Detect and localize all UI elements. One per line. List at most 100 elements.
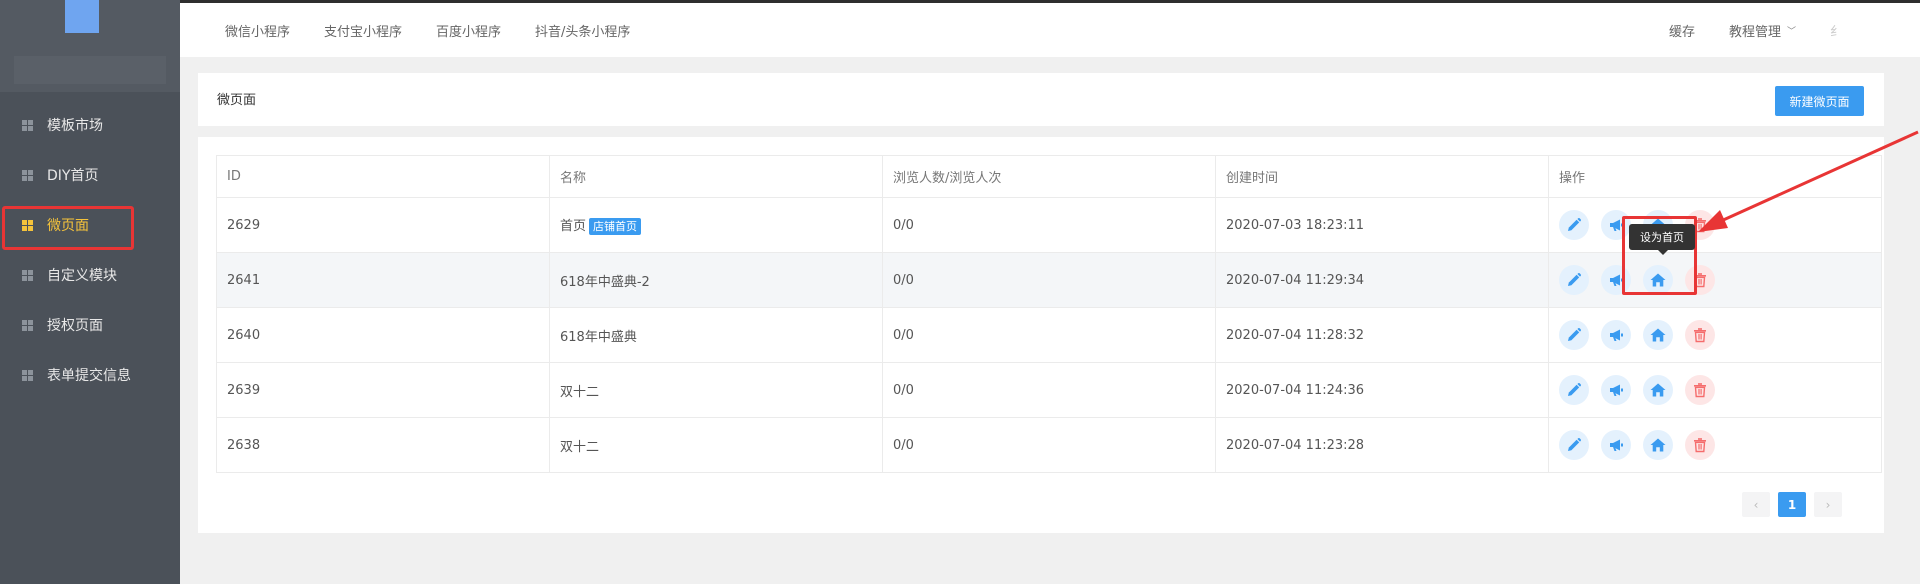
sidebar-item-label: 微页面 [47,218,89,234]
sidebar-item-micro-page[interactable]: 微页面 [0,200,180,250]
row-created-time: 2020-07-04 11:23:28 [1226,437,1365,453]
set-home-button[interactable] [1643,320,1673,350]
delete-button[interactable] [1685,265,1715,295]
row-actions [1559,265,1871,295]
row-views: 0/0 [893,217,914,233]
cache-link[interactable]: 缓存 [1669,21,1695,40]
prev-page-button[interactable]: ‹ [1742,492,1770,517]
column-header-actions: 操作 [1548,155,1882,198]
tab-douyin-miniprogram[interactable]: 抖音/头条小程序 [535,21,630,40]
trash-icon [1694,273,1706,288]
promote-button[interactable] [1601,320,1631,350]
home-icon [1650,383,1666,397]
sidebar-item-label: 模板市场 [47,118,103,134]
row-created-time: 2020-07-03 18:23:11 [1226,217,1365,233]
edit-button[interactable] [1559,265,1589,295]
sidebar-item-auth-page[interactable]: 授权页面 [0,300,180,350]
store-home-tag: 店铺首页 [589,218,642,235]
cell-created: 2020-07-04 11:24:36 [1215,362,1549,418]
grid-icon [22,319,33,331]
page-number-current[interactable]: 1 [1778,492,1806,517]
cell-id: 2638 [216,417,550,473]
cell-created: 2020-07-03 18:23:11 [1215,197,1549,253]
sidebar-item-template-market[interactable]: 模板市场 [0,100,180,150]
row-name: 双十二 [560,439,600,455]
sidebar-item-form-submissions[interactable]: 表单提交信息 [0,350,180,400]
cell-created: 2020-07-04 11:28:32 [1215,307,1549,363]
table-row: 2638 双十二 0/0 2020-07-04 11:23:28 [216,417,1882,473]
micro-page-table: ID 名称 浏览人数/浏览人次 创建时间 操作 2629 首页 店铺首页 0/0 … [216,155,1882,473]
tutorial-dropdown[interactable]: 教程管理 ﹀ [1729,21,1796,40]
cell-name: 618年中盛典 [549,307,883,363]
edit-button[interactable] [1559,375,1589,405]
tab-alipay-miniprogram[interactable]: 支付宝小程序 [324,21,402,40]
cell-views: 0/0 [882,307,1216,363]
sidebar-menu: 模板市场 DIY首页 微页面 自定义模块 授权页面 表单提交信息 [0,100,180,400]
trash-icon [1694,328,1706,343]
row-actions [1559,430,1871,460]
cell-views: 0/0 [882,197,1216,253]
row-created-time: 2020-07-04 11:24:36 [1226,382,1365,398]
promote-button[interactable] [1601,210,1631,240]
cell-actions [1548,252,1882,308]
row-views: 0/0 [893,382,914,398]
promote-button[interactable] [1601,265,1631,295]
cell-created: 2020-07-04 11:29:34 [1215,252,1549,308]
pencil-icon [1568,382,1582,396]
row-id: 2641 [227,272,261,288]
row-actions [1559,210,1871,240]
promote-button[interactable] [1601,430,1631,460]
next-page-button[interactable]: › [1814,492,1842,517]
set-home-button[interactable] [1643,265,1673,295]
row-created-time: 2020-07-04 11:28:32 [1226,327,1365,343]
sidebar-item-custom-module[interactable]: 自定义模块 [0,250,180,300]
promote-button[interactable] [1601,375,1631,405]
tab-baidu-miniprogram[interactable]: 百度小程序 [436,21,501,40]
table-row: 2641 618年中盛典-2 0/0 2020-07-04 11:29:34 [216,252,1882,308]
logo [65,0,99,33]
home-icon [1650,273,1666,287]
delete-button[interactable] [1685,375,1715,405]
row-id: 2638 [227,437,261,453]
store-name-blurred [14,56,166,84]
edit-button[interactable] [1559,430,1589,460]
cell-name: 618年中盛典-2 [549,252,883,308]
edit-button[interactable] [1559,320,1589,350]
cell-id: 2640 [216,307,550,363]
set-home-button[interactable] [1643,430,1673,460]
delete-button[interactable] [1685,430,1715,460]
platform-tabs: 微信小程序 支付宝小程序 百度小程序 抖音/头条小程序 [225,3,630,57]
cell-views: 0/0 [882,417,1216,473]
cell-id: 2629 [216,197,550,253]
faded-menu-item[interactable]: 纟 [1830,3,1920,57]
row-name: 618年中盛典 [560,329,637,345]
home-icon [1650,328,1666,342]
sidebar-item-label: 自定义模块 [47,268,117,284]
home-icon [1650,438,1666,452]
micro-page-table-card: ID 名称 浏览人数/浏览人次 创建时间 操作 2629 首页 店铺首页 0/0 … [198,137,1884,533]
tab-wechat-miniprogram[interactable]: 微信小程序 [225,21,290,40]
sidebar-item-label: 授权页面 [47,318,103,334]
column-header-created: 创建时间 [1215,155,1549,198]
pencil-icon [1568,327,1582,341]
row-id: 2640 [227,327,261,343]
cell-actions [1548,417,1882,473]
cell-actions [1548,197,1882,253]
new-micro-page-button[interactable]: 新建微页面 [1775,86,1864,116]
table-row: 2640 618年中盛典 0/0 2020-07-04 11:28:32 [216,307,1882,363]
row-id: 2629 [227,217,261,233]
pencil-icon [1568,437,1582,451]
grid-icon [22,219,33,231]
megaphone-icon [1610,274,1623,286]
sidebar-item-label: 表单提交信息 [47,368,131,384]
row-actions [1559,320,1871,350]
cell-views: 0/0 [882,362,1216,418]
row-views: 0/0 [893,437,914,453]
delete-button[interactable] [1685,320,1715,350]
sidebar-item-diy-home[interactable]: DIY首页 [0,150,180,200]
cell-name: 双十二 [549,362,883,418]
row-name: 首页 [560,219,587,234]
row-views: 0/0 [893,272,914,288]
edit-button[interactable] [1559,210,1589,240]
set-home-button[interactable] [1643,375,1673,405]
